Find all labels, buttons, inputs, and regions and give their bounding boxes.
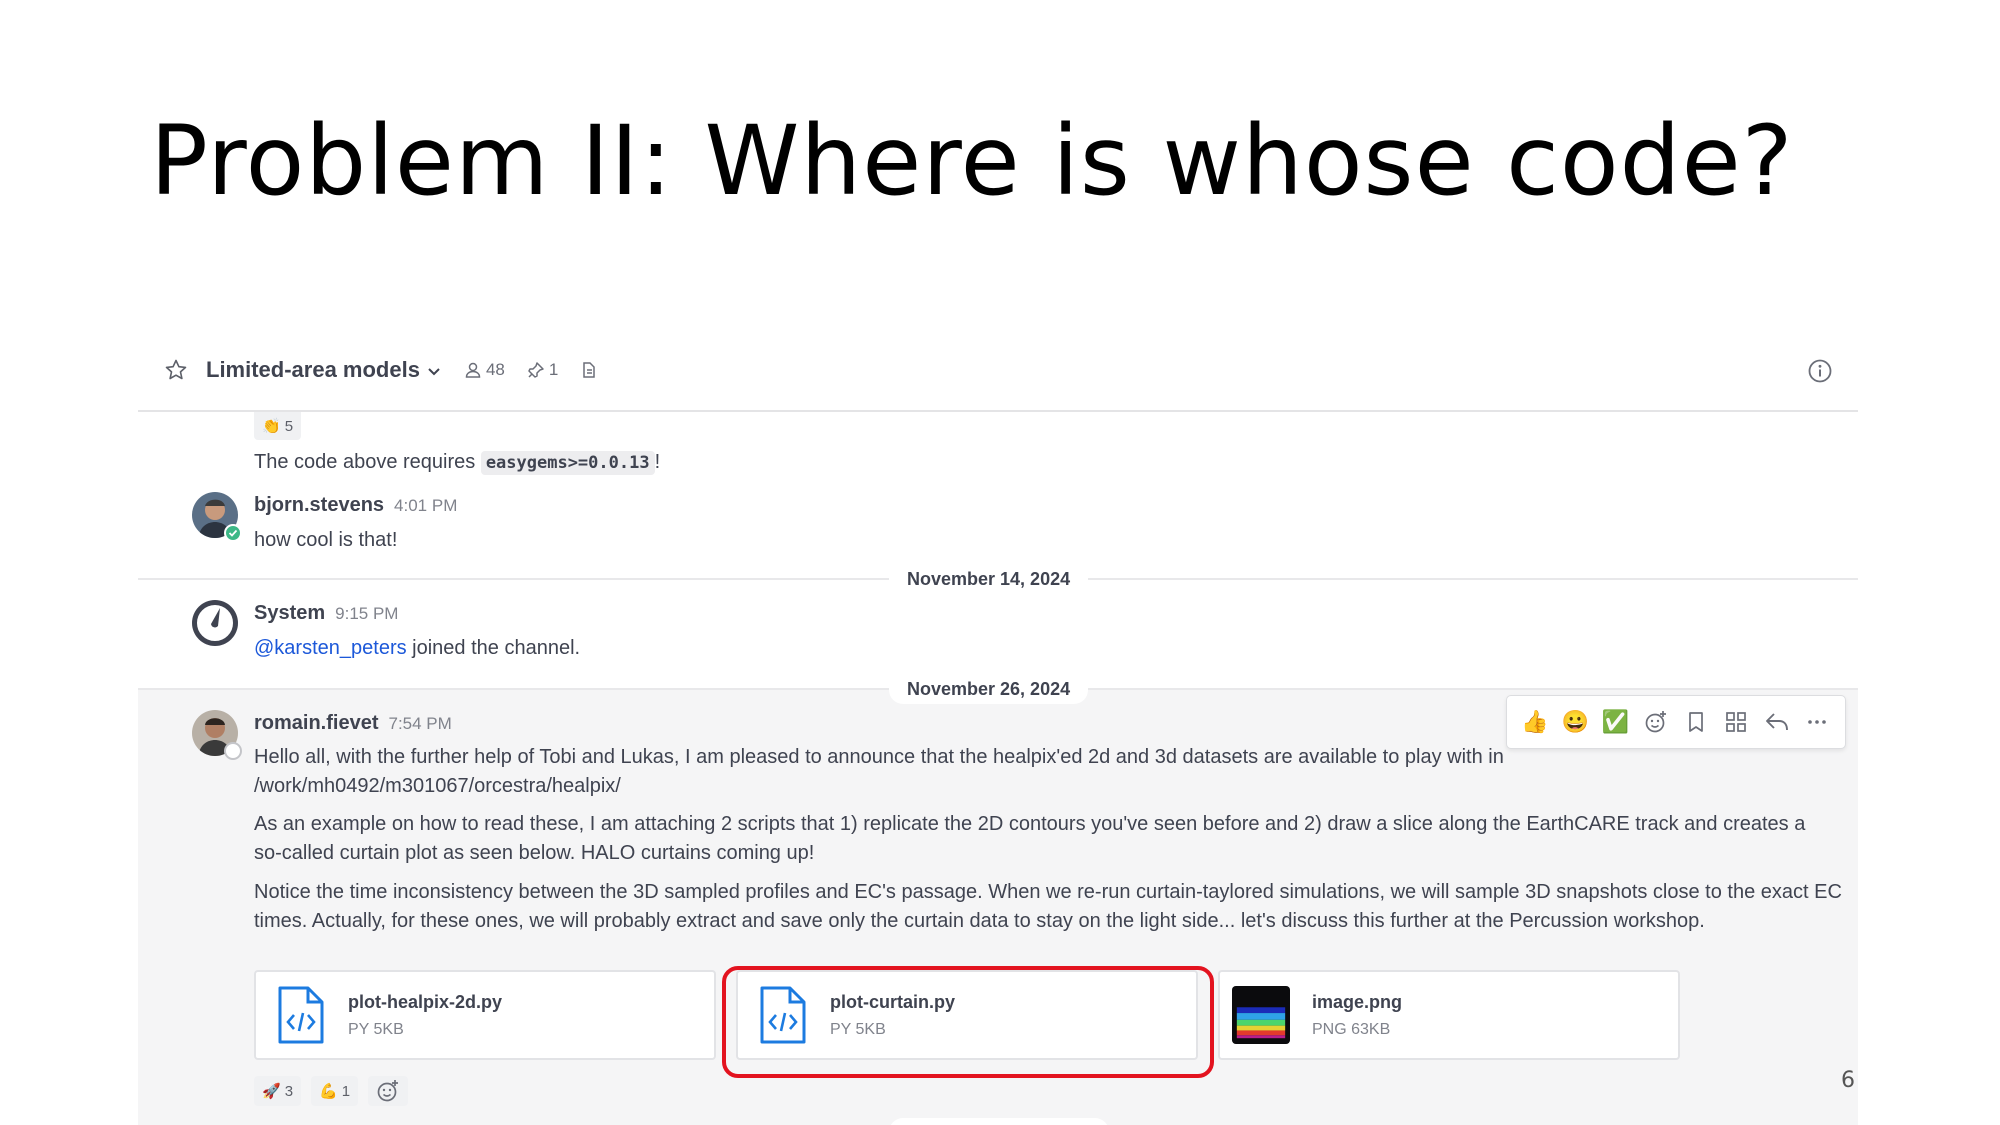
smile-reaction-button[interactable]: 😀 xyxy=(1559,706,1591,738)
channel-files-button[interactable] xyxy=(580,361,598,379)
add-reaction-icon xyxy=(377,1080,399,1102)
reaction-muscle[interactable]: 💪 1 xyxy=(311,1076,359,1106)
date-separator: November 14, 2024 xyxy=(889,564,1089,594)
message-paragraph: As an example on how to read these, I am… xyxy=(254,813,1806,864)
system-avatar xyxy=(192,600,238,646)
more-actions-icon[interactable] xyxy=(1801,706,1833,738)
apps-grid-icon[interactable] xyxy=(1720,706,1752,738)
pin-icon xyxy=(528,362,544,378)
reaction-clap[interactable]: 👏 5 xyxy=(254,412,302,440)
system-message: @karsten_peters joined the channel. xyxy=(254,634,580,663)
attachment-meta: PY 5KB xyxy=(830,1020,886,1038)
message-time[interactable]: 4:01 PM xyxy=(394,496,457,515)
offline-status-icon xyxy=(224,742,242,760)
reaction-rocket[interactable]: 🚀 3 xyxy=(254,1076,302,1106)
reaction-count: 3 xyxy=(284,1082,294,1100)
message-header: bjorn.stevens 4:01 PM xyxy=(254,494,457,517)
date-separator xyxy=(889,1118,1109,1125)
member-count: 48 xyxy=(485,360,505,379)
check-reaction-button[interactable]: ✅ xyxy=(1600,706,1632,738)
thumbs-up-reaction-button[interactable]: 👍 xyxy=(1519,706,1551,738)
file-icon xyxy=(583,362,596,378)
message-paragraph: Notice the time inconsistency between th… xyxy=(254,881,1842,932)
rocket-emoji-icon: 🚀 xyxy=(262,1083,281,1100)
clap-emoji-icon: 👏 xyxy=(262,418,281,435)
member-count-button[interactable]: 48 xyxy=(464,360,505,380)
system-text: joined the channel. xyxy=(406,637,581,659)
code-file-icon xyxy=(760,986,806,1044)
slide-title: Problem II: Where is whose code? xyxy=(150,105,1794,217)
message-paragraph: Hello all, with the further help of Tobi… xyxy=(254,746,1504,797)
author-name[interactable]: romain.fievet xyxy=(254,712,378,734)
image-attachment[interactable]: image.png PNG 63KB xyxy=(1218,970,1680,1060)
member-icon xyxy=(465,362,481,378)
message-text-end: ! xyxy=(654,451,661,473)
channel-name-label: Limited-area models xyxy=(206,357,420,382)
previous-message-text: The code above requires easygems>=0.0.13… xyxy=(254,448,660,478)
code-file-icon xyxy=(278,986,324,1044)
image-thumbnail xyxy=(1232,986,1290,1044)
message-time[interactable]: 7:54 PM xyxy=(388,714,451,733)
channel-name[interactable]: Limited-area models xyxy=(206,357,442,383)
attachment-name: plot-healpix-2d.py xyxy=(348,991,503,1012)
reaction-count: 5 xyxy=(284,417,294,435)
message-header: romain.fievet 7:54 PM xyxy=(254,712,452,735)
message-header: System 9:15 PM xyxy=(254,602,398,625)
channel-info-icon[interactable] xyxy=(1806,357,1834,385)
reactions-row: 🚀 3 💪 1 xyxy=(254,1076,409,1106)
attachment-meta: PNG 63KB xyxy=(1312,1020,1391,1038)
attachment-name: image.png xyxy=(1312,991,1403,1012)
author-name[interactable]: bjorn.stevens xyxy=(254,494,384,516)
author-name: System xyxy=(254,602,326,624)
chevron-down-icon xyxy=(428,368,440,376)
inline-code: easygems>=0.0.13 xyxy=(480,451,655,475)
file-attachment[interactable]: plot-healpix-2d.py PY 5KB xyxy=(254,970,716,1060)
message-time[interactable]: 9:15 PM xyxy=(335,604,398,623)
favorite-star-icon[interactable] xyxy=(162,356,190,384)
channel-header: Limited-area models 48 1 xyxy=(138,330,1858,412)
attachment-meta: PY 5KB xyxy=(348,1020,404,1038)
slide-number: 6 xyxy=(1841,1068,1855,1093)
user-mention[interactable]: @karsten_peters xyxy=(254,637,407,659)
muscle-emoji-icon: 💪 xyxy=(319,1083,338,1100)
chat-screenshot: Limited-area models 48 1 👏 5 The code ab… xyxy=(138,330,1858,1125)
add-reaction-icon[interactable] xyxy=(1640,706,1672,738)
online-status-icon xyxy=(224,524,242,542)
message-actions-toolbar: 👍 😀 ✅ xyxy=(1506,695,1846,749)
attachment-name: plot-curtain.py xyxy=(830,991,955,1012)
date-separator: November 26, 2024 xyxy=(889,674,1089,704)
file-attachment[interactable]: plot-curtain.py PY 5KB xyxy=(736,970,1198,1060)
save-bookmark-icon[interactable] xyxy=(1680,706,1712,738)
message-text: how cool is that! xyxy=(254,529,398,551)
pinned-count: 1 xyxy=(548,360,559,379)
reply-arrow-icon[interactable] xyxy=(1761,706,1793,738)
add-reaction-button[interactable] xyxy=(368,1076,409,1106)
pinned-count-button[interactable]: 1 xyxy=(527,360,558,380)
message-text: The code above requires xyxy=(254,451,481,473)
reaction-count: 1 xyxy=(341,1082,351,1100)
